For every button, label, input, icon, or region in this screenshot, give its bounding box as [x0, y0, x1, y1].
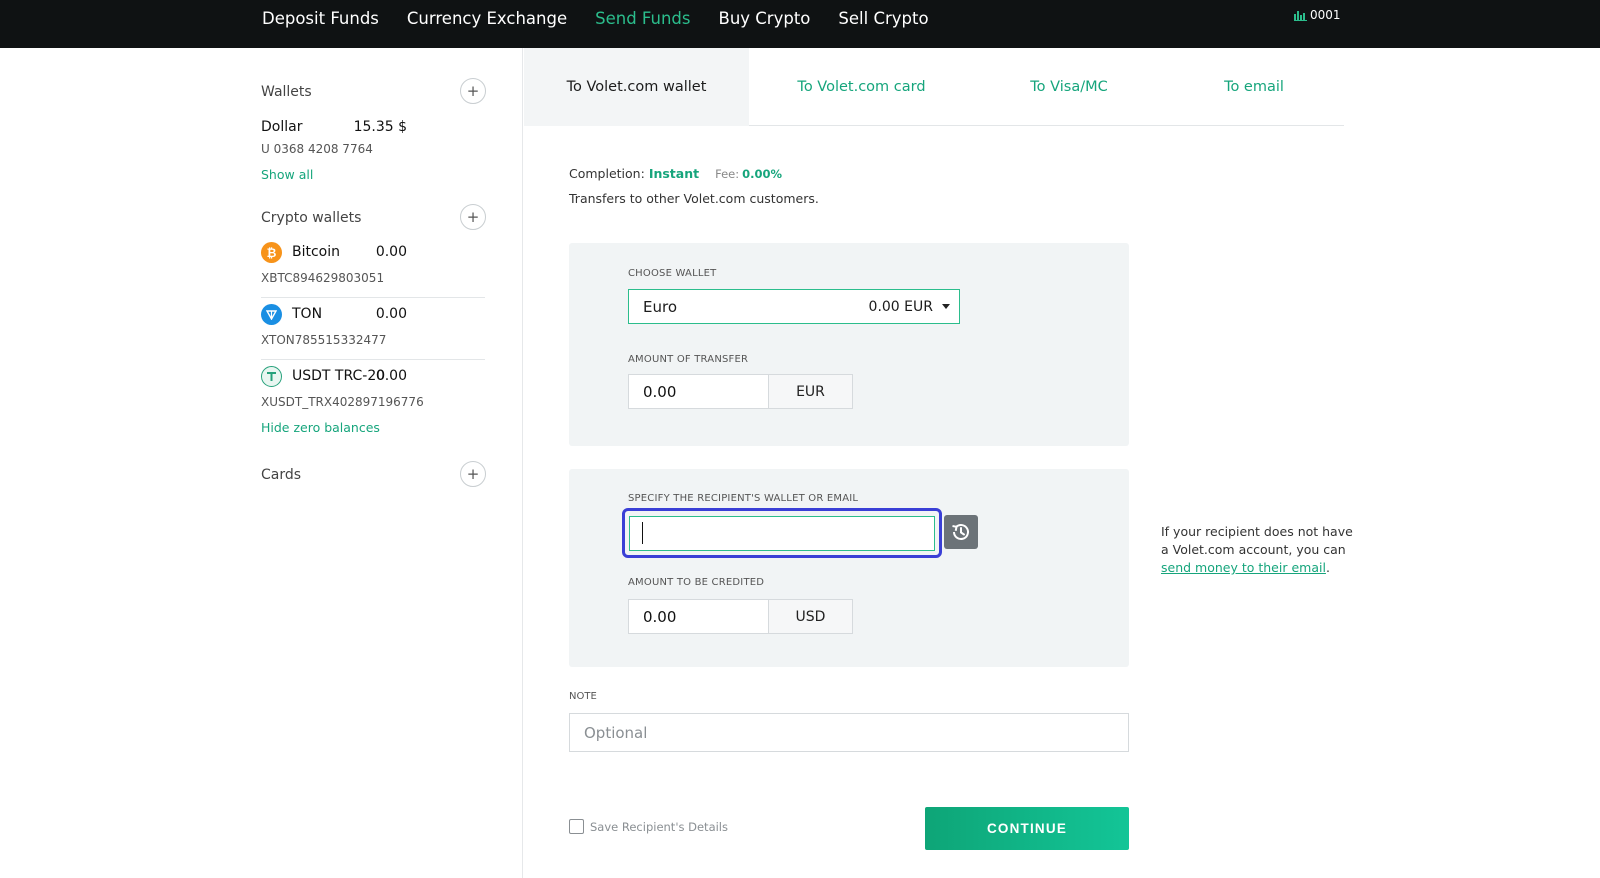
- note-label: NOTE: [569, 691, 597, 702]
- divider: [261, 297, 485, 298]
- crypto-wallet-name[interactable]: Bitcoin: [292, 244, 340, 260]
- amount-transfer-label: AMOUNT OF TRANSFER: [628, 354, 749, 365]
- tab-to-visa-mc[interactable]: To Visa/MC: [974, 48, 1164, 126]
- plus-icon: +: [466, 465, 480, 483]
- crypto-wallets-heading: Crypto wallets: [261, 210, 362, 226]
- cards-heading: Cards: [261, 467, 302, 483]
- caret-down-icon: [942, 304, 950, 309]
- hide-zero-balances-link[interactable]: Hide zero balances: [261, 420, 380, 435]
- crypto-wallet-amount: 0.00: [375, 244, 407, 260]
- nav-currency-exchange[interactable]: Currency Exchange: [407, 9, 567, 28]
- amount-transfer-input[interactable]: [628, 374, 769, 409]
- tab-to-wallet[interactable]: To Volet.com wallet: [524, 48, 749, 126]
- continue-button[interactable]: CONTINUE: [925, 807, 1129, 850]
- amount-credited-label: AMOUNT TO BE CREDITED: [628, 577, 765, 588]
- show-all-link[interactable]: Show all: [261, 167, 313, 182]
- wallet-select[interactable]: Euro 0.00 EUR: [628, 289, 960, 324]
- recipient-hint-text: If your recipient does not have a Volet.…: [1161, 524, 1353, 557]
- nav-buy-crypto[interactable]: Buy Crypto: [719, 9, 811, 28]
- send-to-email-link[interactable]: send money to their email: [1161, 560, 1326, 575]
- nav-send-funds[interactable]: Send Funds: [595, 9, 690, 28]
- plus-icon: +: [466, 82, 480, 100]
- crypto-wallet-address: XBTC894629803051: [261, 271, 385, 285]
- completion-info: Completion: Instant Fee: 0.00%: [569, 166, 782, 181]
- wallet-select-value: Euro: [643, 297, 677, 316]
- transfer-tabs: To Volet.com wallet To Volet.com card To…: [524, 48, 1344, 126]
- crypto-wallet-address: XUSDT_TRX402897196776: [261, 395, 424, 409]
- recipient-hint: If your recipient does not have a Volet.…: [1161, 523, 1361, 577]
- dollar-wallet-name[interactable]: Dollar: [261, 119, 302, 135]
- note-input[interactable]: [569, 713, 1129, 752]
- tab-to-email[interactable]: To email: [1164, 48, 1344, 126]
- history-icon: [952, 524, 969, 540]
- choose-wallet-label: CHOOSE WALLET: [628, 268, 717, 279]
- add-wallet-button[interactable]: +: [460, 78, 486, 104]
- account-id[interactable]: 0001: [1294, 8, 1341, 22]
- top-nav: Deposit Funds Currency Exchange Send Fun…: [262, 0, 957, 36]
- add-card-button[interactable]: +: [460, 461, 486, 487]
- account-id-text: 0001: [1310, 8, 1341, 22]
- nav-sell-crypto[interactable]: Sell Crypto: [838, 9, 928, 28]
- ton-icon: [261, 304, 282, 325]
- recipient-label: SPECIFY THE RECIPIENT'S WALLET OR EMAIL: [628, 493, 859, 504]
- crypto-wallet-name[interactable]: TON: [292, 306, 322, 322]
- text-cursor: [642, 522, 643, 544]
- save-recipient-checkbox[interactable]: [569, 819, 584, 834]
- add-crypto-wallet-button[interactable]: +: [460, 204, 486, 230]
- plus-icon: +: [466, 208, 480, 226]
- crypto-wallet-amount: 0.00: [375, 306, 407, 322]
- fee-value: 0.00%: [742, 166, 783, 181]
- dollar-wallet-number: U 0368 4208 7764: [261, 142, 373, 156]
- dollar-wallet-amount: 15.35 $: [353, 119, 407, 135]
- bitcoin-icon: ₿: [261, 242, 282, 263]
- completion-label: Completion:: [569, 166, 645, 181]
- divider: [261, 359, 485, 360]
- amount-transfer-currency: EUR: [769, 374, 853, 409]
- tether-icon: [261, 366, 282, 387]
- recipient-hint-suffix: .: [1325, 560, 1330, 575]
- amount-credited-currency: USD: [769, 599, 853, 634]
- crypto-wallet-name[interactable]: USDT TRC-20: [292, 368, 385, 384]
- tab-to-card[interactable]: To Volet.com card: [749, 48, 974, 126]
- wallet-select-balance: 0.00 EUR: [868, 298, 933, 315]
- fee-label: Fee:: [715, 166, 740, 181]
- top-bar: Deposit Funds Currency Exchange Send Fun…: [0, 0, 1600, 48]
- sidebar: Wallets + Dollar 15.35 $ U 0368 4208 776…: [0, 48, 523, 878]
- completion-value: Instant: [648, 166, 700, 181]
- crypto-wallet-address: XTON785515332477: [261, 333, 387, 347]
- recipient-input[interactable]: [629, 516, 935, 551]
- wallets-heading: Wallets: [261, 84, 312, 100]
- stats-icon: [1294, 10, 1307, 21]
- crypto-wallet-amount: 0.00: [375, 368, 407, 384]
- transfer-description: Transfers to other Volet.com customers.: [569, 191, 819, 206]
- save-recipient-label[interactable]: Save Recipient's Details: [590, 820, 728, 834]
- recipient-history-button[interactable]: [944, 515, 978, 549]
- nav-deposit-funds[interactable]: Deposit Funds: [262, 9, 379, 28]
- amount-credited-input[interactable]: [628, 599, 769, 634]
